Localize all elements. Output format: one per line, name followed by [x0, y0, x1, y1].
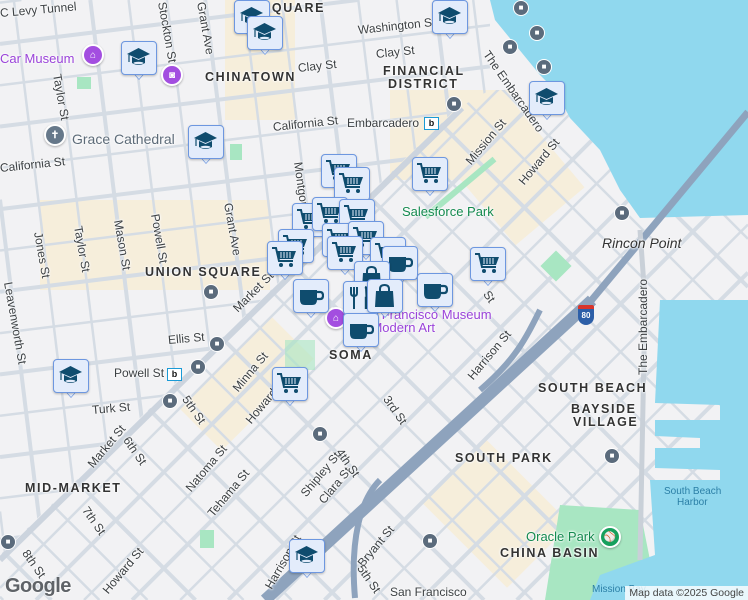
transit-stop-icon[interactable]: ■: [604, 448, 620, 464]
map-label: San Francisco: [390, 585, 467, 599]
school-marker[interactable]: [289, 539, 325, 579]
grocery-marker[interactable]: [267, 241, 303, 281]
cafe-marker[interactable]: [417, 273, 453, 313]
graduation-cap-icon: [438, 7, 461, 24]
shopping-cart-icon: [277, 373, 301, 393]
coffee-cup-icon: [300, 290, 324, 305]
shopping-cart-icon: [417, 163, 441, 183]
school-marker[interactable]: [529, 81, 565, 121]
school-marker[interactable]: [121, 41, 157, 81]
transit-stop-icon[interactable]: ■: [446, 96, 462, 112]
school-marker[interactable]: [432, 0, 468, 40]
transit-stop-icon[interactable]: ■: [536, 59, 552, 75]
grocery-marker[interactable]: [272, 367, 308, 407]
graduation-cap-icon: [295, 546, 318, 563]
transit-stop-icon[interactable]: ■: [529, 25, 545, 41]
map-attribution[interactable]: Map data ©2025 Google: [625, 586, 748, 600]
graduation-cap-icon: [194, 132, 217, 149]
shopping-cart-icon: [475, 253, 499, 273]
bart-station-icon[interactable]: b: [167, 368, 182, 381]
shopping-cart-icon: [272, 247, 296, 267]
map-label: UNION SQUARE: [145, 265, 262, 279]
transit-stop-icon[interactable]: ■: [513, 0, 529, 16]
map-label: Embarcadero: [347, 116, 420, 130]
map-label: SOUTH PARK: [455, 451, 553, 465]
map-label: Rincon Point: [602, 235, 682, 251]
graduation-cap-icon: [127, 48, 150, 65]
bart-station-icon[interactable]: b: [424, 117, 439, 130]
transit-stop-icon[interactable]: ■: [614, 205, 630, 221]
museum-pin-icon[interactable]: ⌂: [82, 44, 104, 66]
coffee-cup-icon: [350, 324, 374, 339]
transit-stop-icon[interactable]: ■: [422, 533, 438, 549]
coffee-cup-icon: [389, 257, 413, 272]
map-label: BAYSIDE: [571, 402, 637, 416]
transit-stop-icon[interactable]: ■: [0, 534, 16, 550]
school-marker[interactable]: [53, 359, 89, 399]
stadium-pin-icon[interactable]: ⚾: [599, 526, 621, 548]
google-logo[interactable]: Google: [5, 575, 71, 597]
transit-stop-icon[interactable]: ■: [190, 359, 206, 375]
map-label: Car Museum: [0, 51, 75, 66]
transit-stop-icon[interactable]: ■: [209, 336, 225, 352]
graduation-cap-icon: [59, 366, 82, 383]
transit-stop-icon[interactable]: ■: [162, 393, 178, 409]
church-pin-icon[interactable]: ✝: [44, 124, 66, 146]
school-marker[interactable]: [188, 125, 224, 165]
transit-stop-icon[interactable]: ■: [502, 39, 518, 55]
interstate-80-shield-icon[interactable]: 80: [578, 305, 594, 325]
map-label: Grace Cathedral: [72, 131, 175, 147]
grocery-marker[interactable]: [470, 247, 506, 287]
shopping-bag-icon: [375, 283, 394, 307]
map-label: CHINA BASIN: [500, 546, 600, 560]
graduation-cap-icon: [535, 88, 558, 105]
map-label: SOUTH BEACH: [538, 381, 648, 395]
cafe-marker[interactable]: [343, 313, 379, 353]
graduation-cap-icon: [253, 23, 276, 40]
map-label: Salesforce Park: [402, 204, 494, 219]
map-label: FINANCIAL: [383, 64, 465, 78]
map-label: The Embarcadero: [636, 278, 650, 375]
map-label: Powell St: [114, 366, 165, 380]
map-label: MID-MARKET: [25, 481, 122, 495]
transit-stop-icon[interactable]: ■: [203, 284, 219, 300]
school-marker[interactable]: [247, 16, 283, 56]
map-label: DISTRICT: [388, 77, 459, 91]
grocery-marker[interactable]: [412, 157, 448, 197]
cafe-marker[interactable]: [293, 279, 329, 319]
map-label: Oracle Park: [526, 529, 595, 544]
map-label: VILLAGE: [573, 415, 639, 429]
shopping-cart-icon: [339, 173, 363, 193]
transit-stop-icon[interactable]: ■: [312, 426, 328, 442]
camera-pin-icon[interactable]: ◙: [161, 64, 183, 86]
map-label: Harbor: [677, 497, 708, 508]
map-label: CHINATOWN: [205, 70, 297, 84]
map-label: SQUARE: [262, 1, 326, 15]
coffee-cup-icon: [424, 284, 448, 299]
